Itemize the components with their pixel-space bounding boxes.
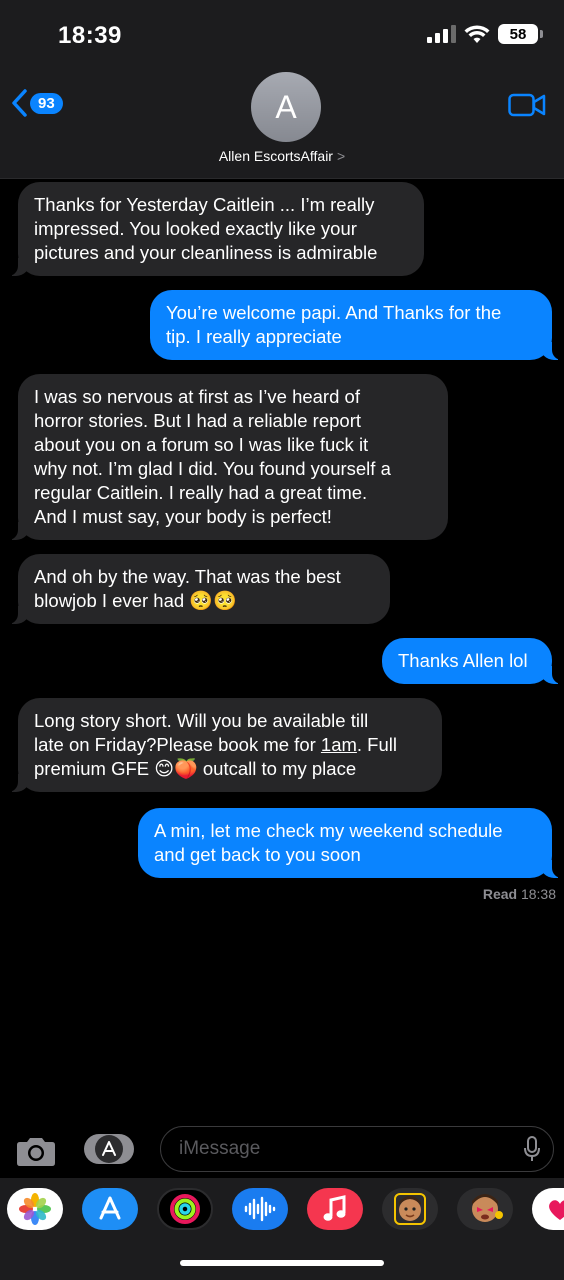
status-icons: 58 [427, 24, 543, 44]
cellular-signal-icon [427, 25, 456, 43]
app-store-button[interactable] [84, 1134, 134, 1164]
home-indicator [180, 1260, 384, 1266]
message-bubble-outgoing[interactable]: Thanks Allen lol [382, 638, 562, 684]
wifi-icon [464, 25, 490, 43]
music-icon[interactable] [307, 1188, 363, 1230]
read-receipt: Read 18:38 [483, 886, 556, 902]
message-bubble-incoming[interactable]: Thanks for Yesterday Caitlein ... I’m re… [8, 182, 424, 276]
app-store-icon[interactable] [82, 1188, 138, 1230]
memoji-icon[interactable] [382, 1188, 438, 1230]
microphone-icon[interactable] [524, 1136, 540, 1162]
message-text: outcall to my place [197, 758, 357, 779]
smile-peach-emoji: 😊🍑 [154, 758, 198, 780]
status-time: 18:39 [58, 22, 122, 49]
chevron-left-icon [12, 89, 27, 117]
message-bubble-outgoing[interactable]: You’re welcome papi. And Thanks for the … [150, 290, 562, 360]
back-button[interactable]: 93 [10, 88, 63, 118]
pleading-face-emoji: 🥺🥺 [189, 590, 237, 612]
chevron-right-icon: > [336, 148, 346, 164]
camera-icon[interactable] [14, 1136, 58, 1168]
message-input[interactable] [160, 1126, 554, 1172]
message-bubble-incoming[interactable]: I was so nervous at first as I’ve heard … [8, 374, 448, 540]
message-bubble-incoming[interactable]: Long story short. Will you be available … [8, 698, 442, 792]
digital-touch-icon[interactable] [532, 1188, 564, 1230]
video-call-icon[interactable] [508, 92, 546, 118]
battery-indicator: 58 [498, 24, 543, 44]
photos-icon[interactable] [7, 1188, 63, 1230]
memoji-stickers-icon[interactable] [457, 1188, 513, 1230]
composer-row [0, 1124, 564, 1176]
message-bubble-incoming[interactable]: And oh by the way. That was the best blo… [8, 554, 390, 624]
audio-message-icon[interactable] [232, 1188, 288, 1230]
activity-icon[interactable] [157, 1188, 213, 1230]
contact-name[interactable]: Allen EscortsAffair > [0, 148, 564, 164]
unread-count-badge: 93 [30, 92, 63, 114]
contact-name-label: Allen EscortsAffair [218, 148, 333, 164]
conversation-header: 18:39 58 93 A Allen EscortsAffair > [0, 0, 564, 179]
time-link[interactable]: 1am [321, 734, 357, 755]
message-bubble-outgoing[interactable]: A min, let me check my weekend schedule … [138, 808, 562, 878]
message-text: And oh by the way. That was the best blo… [34, 566, 341, 611]
app-store-icon [95, 1135, 123, 1163]
read-time: 18:38 [520, 886, 556, 902]
read-label: Read [482, 886, 518, 902]
contact-avatar[interactable]: A [251, 72, 321, 142]
imessage-app-drawer [0, 1178, 564, 1280]
message-text: Long story short. Will you be available … [34, 710, 369, 755]
